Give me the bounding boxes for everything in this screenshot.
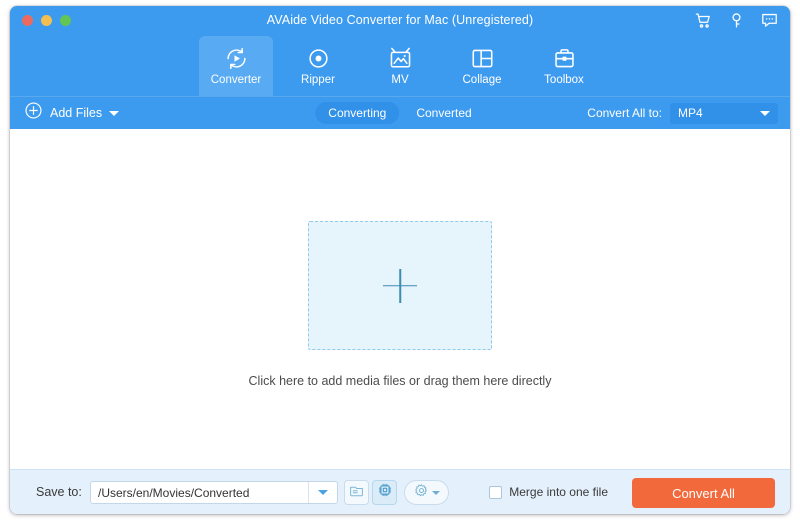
folder-icon — [349, 483, 364, 503]
tab-mv[interactable]: MV — [363, 36, 437, 96]
chat-icon[interactable] — [760, 11, 779, 30]
task-filter-segments: Converting Converted — [315, 97, 484, 129]
cart-icon[interactable] — [694, 11, 713, 30]
collage-icon — [470, 43, 495, 73]
tab-collage-label: Collage — [462, 74, 502, 86]
save-path-dropdown[interactable] — [308, 482, 337, 503]
settings-button[interactable] — [404, 480, 449, 505]
plus-circle-icon — [24, 101, 43, 125]
app-window: AVAide Video Converter for Mac (Unregist… — [10, 6, 790, 514]
ripper-icon — [306, 43, 331, 73]
tab-ripper[interactable]: Ripper — [281, 36, 355, 96]
add-media-dropzone[interactable] — [308, 221, 492, 350]
toolbox-icon — [552, 43, 577, 73]
tab-converter-label: Converter — [210, 74, 262, 86]
chevron-down-icon — [318, 490, 328, 495]
window-title: AVAide Video Converter for Mac (Unregist… — [266, 13, 534, 27]
browse-folder-button[interactable] — [344, 480, 369, 505]
title-bar: AVAide Video Converter for Mac (Unregist… — [10, 6, 790, 36]
tab-ripper-label: Ripper — [301, 74, 335, 86]
dropzone-hint: Click here to add media files or drag th… — [248, 374, 552, 388]
chevron-down-icon — [431, 490, 440, 495]
save-to-label: Save to: — [36, 485, 82, 499]
tab-toolbox[interactable]: Toolbox — [527, 36, 601, 96]
add-files-button[interactable]: Add Files — [24, 97, 120, 129]
tab-mv-label: MV — [391, 74, 409, 86]
cpu-chip-icon — [377, 482, 393, 503]
add-files-label: Add Files — [50, 106, 103, 120]
convert-all-to-group: Convert All to: MP4 — [587, 97, 778, 129]
tab-collage[interactable]: Collage — [445, 36, 519, 96]
mv-icon — [388, 43, 413, 73]
bottom-bar: Save to: /Users/en/Movies/Converted Merg… — [10, 469, 790, 514]
merge-checkbox[interactable] — [489, 485, 503, 499]
save-path-value: /Users/en/Movies/Converted — [98, 485, 250, 500]
segment-converting[interactable]: Converting — [315, 102, 400, 124]
tab-toolbox-label: Toolbox — [544, 74, 584, 86]
tab-converter[interactable]: Converter — [199, 36, 273, 96]
title-actions — [694, 11, 779, 30]
key-icon[interactable] — [727, 11, 746, 30]
gear-icon — [414, 483, 429, 503]
save-path-field[interactable]: /Users/en/Movies/Converted — [90, 481, 338, 504]
merge-label: Merge into one file — [509, 485, 608, 499]
hardware-acceleration-button[interactable] — [372, 480, 397, 505]
segment-converted[interactable]: Converted — [403, 102, 484, 124]
file-list-canvas: Click here to add media files or drag th… — [10, 129, 790, 469]
output-format-value: MP4 — [678, 106, 703, 120]
convert-all-to-label: Convert All to: — [587, 106, 662, 120]
output-format-select[interactable]: MP4 — [670, 102, 778, 124]
chevron-down-icon — [760, 110, 770, 116]
converter-icon — [224, 43, 249, 73]
toolbar: Add Files Converting Converted Convert A… — [10, 96, 790, 129]
chevron-down-icon[interactable] — [109, 110, 120, 116]
main-nav: Converter Ripper MV Collage Toolbox — [10, 36, 790, 96]
merge-into-one-file-toggle[interactable]: Merge into one file — [489, 485, 608, 499]
convert-all-button[interactable]: Convert All — [632, 478, 775, 508]
convert-all-button-label: Convert All — [672, 485, 735, 501]
